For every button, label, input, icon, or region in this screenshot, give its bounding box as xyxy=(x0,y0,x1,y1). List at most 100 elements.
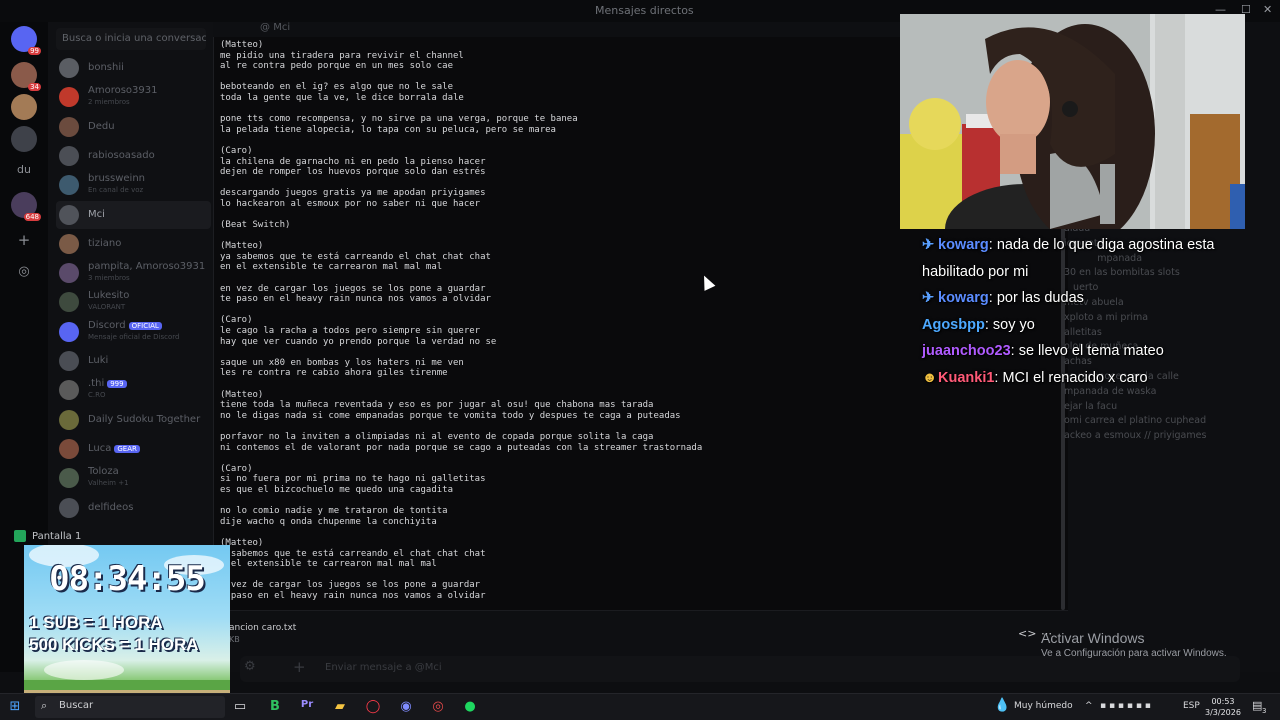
file-preview-footer: ancion caro.txt KB <> ⋯ xyxy=(213,610,1068,656)
chat-message: ✈ kowarg: nada de lo que diga agostina es… xyxy=(922,232,1257,285)
dm-item-name: .thi 999 xyxy=(88,378,127,389)
badge-icon: ✈ xyxy=(922,290,935,306)
server-icon[interactable] xyxy=(11,94,37,120)
dm-item[interactable]: Mci xyxy=(56,200,211,229)
chat-username: juaanchoo23 xyxy=(922,343,1011,359)
dm-item[interactable]: tiziano xyxy=(56,230,211,258)
language-indicator[interactable]: ESP xyxy=(1183,701,1200,711)
dm-item[interactable]: Amoroso3931 2 miembros xyxy=(56,83,211,111)
dm-item[interactable]: .thi 999 C.RO xyxy=(56,376,211,404)
attach-plus-icon[interactable]: + xyxy=(293,658,306,676)
discord-home-icon[interactable]: 99 xyxy=(11,26,41,55)
server-icon[interactable] xyxy=(11,126,37,152)
message-input[interactable]: Enviar mensaje a @Mci xyxy=(325,662,442,673)
app-b-icon[interactable]: B xyxy=(266,699,284,714)
window-title: Mensajes directos xyxy=(595,4,694,17)
dm-item[interactable]: Luki xyxy=(56,347,211,375)
weather-text[interactable]: Muy húmedo xyxy=(1014,701,1073,711)
dm-item[interactable]: bonshii xyxy=(56,54,211,82)
screen-share-text: Pantalla 1 xyxy=(32,531,82,542)
dm-item[interactable]: Toloza Valheim +1 xyxy=(56,464,211,492)
dm-item-name: Amoroso3931 xyxy=(88,85,158,96)
settings-icon[interactable]: ⚙ xyxy=(244,659,256,674)
file-explorer-icon[interactable]: ▰ xyxy=(331,699,349,714)
windows-start-icon[interactable]: ⊞ xyxy=(6,699,24,714)
tray-chevron-icon[interactable]: ^ xyxy=(1085,701,1093,711)
dm-name-text: Toloza xyxy=(88,466,119,478)
server-icon[interactable]: 34 xyxy=(11,62,41,91)
dm-item-name: brussweinn xyxy=(88,173,145,184)
dm-item-status: Valheim +1 xyxy=(88,479,129,488)
dm-name-text: bonshii xyxy=(88,62,124,73)
dm-item-name: Dedu xyxy=(88,121,115,132)
avatar xyxy=(59,116,79,137)
chat-message: ☻Kuanki1: MCI el renacido x caro xyxy=(922,365,1257,392)
screen-share-icon xyxy=(14,530,26,542)
avatar xyxy=(59,204,79,225)
dm-name-text: Luca xyxy=(88,442,112,454)
dm-item[interactable]: delfideos xyxy=(56,494,211,522)
dm-item[interactable]: Daily Sudoku Together xyxy=(56,406,211,434)
premiere-icon[interactable]: Pr xyxy=(298,699,316,710)
dm-name-text: pampita, Amoroso3931 xyxy=(88,261,206,273)
dm-item[interactable]: Dedu xyxy=(56,113,211,141)
dm-item[interactable]: brussweinn En canal de voz xyxy=(56,171,211,199)
dm-item-name: Toloza xyxy=(88,466,119,477)
opera-icon[interactable]: ◯ xyxy=(364,699,382,714)
dm-header: @ Mci xyxy=(260,22,290,38)
dm-name-text: Lukesito xyxy=(88,290,130,302)
dm-item-status: En canal de voz xyxy=(88,186,144,195)
dm-item-name: Luca GEAR xyxy=(88,443,140,454)
dm-item-status: 3 miembros xyxy=(88,274,130,283)
avatar xyxy=(59,409,79,430)
tray-icons[interactable]: ▪ ▪ ▪ ▪ ▪ ▪ xyxy=(1100,701,1151,711)
file-content: (Matteo) me pidio una tiradera para revi… xyxy=(220,40,703,601)
discord-taskbar-icon[interactable]: ◉ xyxy=(397,699,415,714)
dm-item[interactable]: Luca GEAR xyxy=(56,435,211,463)
avatar xyxy=(59,145,79,166)
dm-header-title: Mci xyxy=(273,22,291,33)
avatar xyxy=(59,351,79,371)
chat-text: : por las dudas xyxy=(988,290,1084,306)
task-view-icon[interactable]: ▭ xyxy=(231,699,249,714)
unread-badge: 99 xyxy=(28,47,41,55)
dm-name-text: Discord xyxy=(88,319,126,331)
obs-icon[interactable]: ◎ xyxy=(429,699,447,714)
dm-item-status: VALORANT xyxy=(88,303,126,312)
dm-item[interactable]: Lukesito VALORANT xyxy=(56,288,211,316)
close-icon[interactable]: ✕ xyxy=(1263,3,1272,16)
server-folder-label[interactable]: du xyxy=(17,163,31,176)
chat-username: Agosbpp xyxy=(922,316,985,333)
dm-item-status: C.RO xyxy=(88,391,106,400)
code-view-icon[interactable]: <> xyxy=(1018,627,1036,640)
file-name[interactable]: ancion caro.txt xyxy=(229,623,296,633)
taskbar-search[interactable]: ⌕ Buscar xyxy=(35,696,225,718)
dm-item[interactable]: rabiosoasado xyxy=(56,142,211,170)
stream-chat-overlay: ✈ kowarg: nada de lo que diga agostina es… xyxy=(922,232,1257,391)
dm-search-input[interactable]: Busca o inicia una conversación xyxy=(56,28,206,50)
dm-name-text: .thi xyxy=(88,378,105,390)
dm-item-name: Discord OFICIAL xyxy=(88,320,162,331)
avatar xyxy=(59,292,79,313)
explore-icon[interactable]: ◎ xyxy=(11,260,37,286)
taskbar-clock[interactable]: 00:53 3/3/2026 xyxy=(1205,696,1241,718)
dm-item[interactable]: pampita, Amoroso3931 3 miembros xyxy=(56,259,211,287)
notifications-icon[interactable]: ▤ xyxy=(1252,699,1262,712)
dm-item[interactable]: Discord OFICIAL Mensaje oficial de Discord xyxy=(56,318,211,346)
dm-name-text: Dedu xyxy=(88,120,115,132)
server-icon[interactable]: 648 xyxy=(11,192,41,221)
chat-text: : se llevo el tema mateo xyxy=(1010,343,1164,359)
add-server-icon[interactable]: + xyxy=(11,228,37,254)
dm-name-text: tiziano xyxy=(88,237,122,249)
spotify-icon[interactable]: ● xyxy=(461,699,479,714)
chat-text: : soy yo xyxy=(984,316,1035,333)
message-composer[interactable]: ⚙ + Enviar mensaje a @Mci xyxy=(240,656,1240,682)
avatar xyxy=(59,321,79,342)
watermark-title: Activar Windows xyxy=(1041,630,1145,646)
chat-message: Agosbpp: soy yo xyxy=(922,312,1257,339)
clock-time: 00:53 xyxy=(1211,697,1235,706)
dm-item-status: Mensaje oficial de Discord xyxy=(88,332,180,341)
timer-rule-kicks: 500 KICKS = 1 HORA xyxy=(29,635,199,654)
weather-icon[interactable]: 💧 xyxy=(994,698,1010,713)
dm-tag-badge: OFICIAL xyxy=(128,321,162,330)
